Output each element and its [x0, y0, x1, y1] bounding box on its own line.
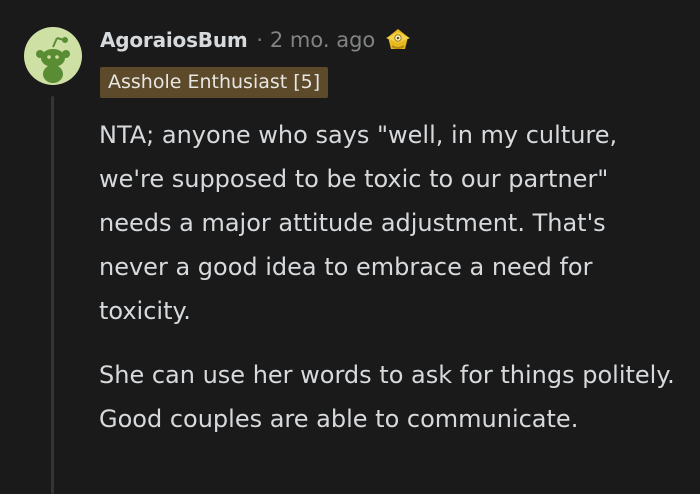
comment: AgoraiosBum · 2 mo. ago Asshole Enthusia… [0, 0, 700, 494]
comment-paragraph: She can use her words to ask for things … [99, 361, 675, 433]
award-icon[interactable] [383, 25, 413, 55]
comment-header: AgoraiosBum · 2 mo. ago [100, 24, 413, 56]
thread-collapse-line[interactable] [51, 96, 54, 494]
comment-paragraph: NTA; anyone who says "well, in my cultur… [99, 121, 618, 325]
separator-dot: · [256, 28, 263, 52]
avatar-icon[interactable] [24, 27, 82, 85]
author-username[interactable]: AgoraiosBum [100, 28, 248, 52]
user-flair: Asshole Enthusiast [5] [100, 67, 329, 98]
comment-body: NTA; anyone who says "well, in my cultur… [99, 113, 679, 441]
comment-timestamp[interactable]: 2 mo. ago [270, 28, 375, 52]
